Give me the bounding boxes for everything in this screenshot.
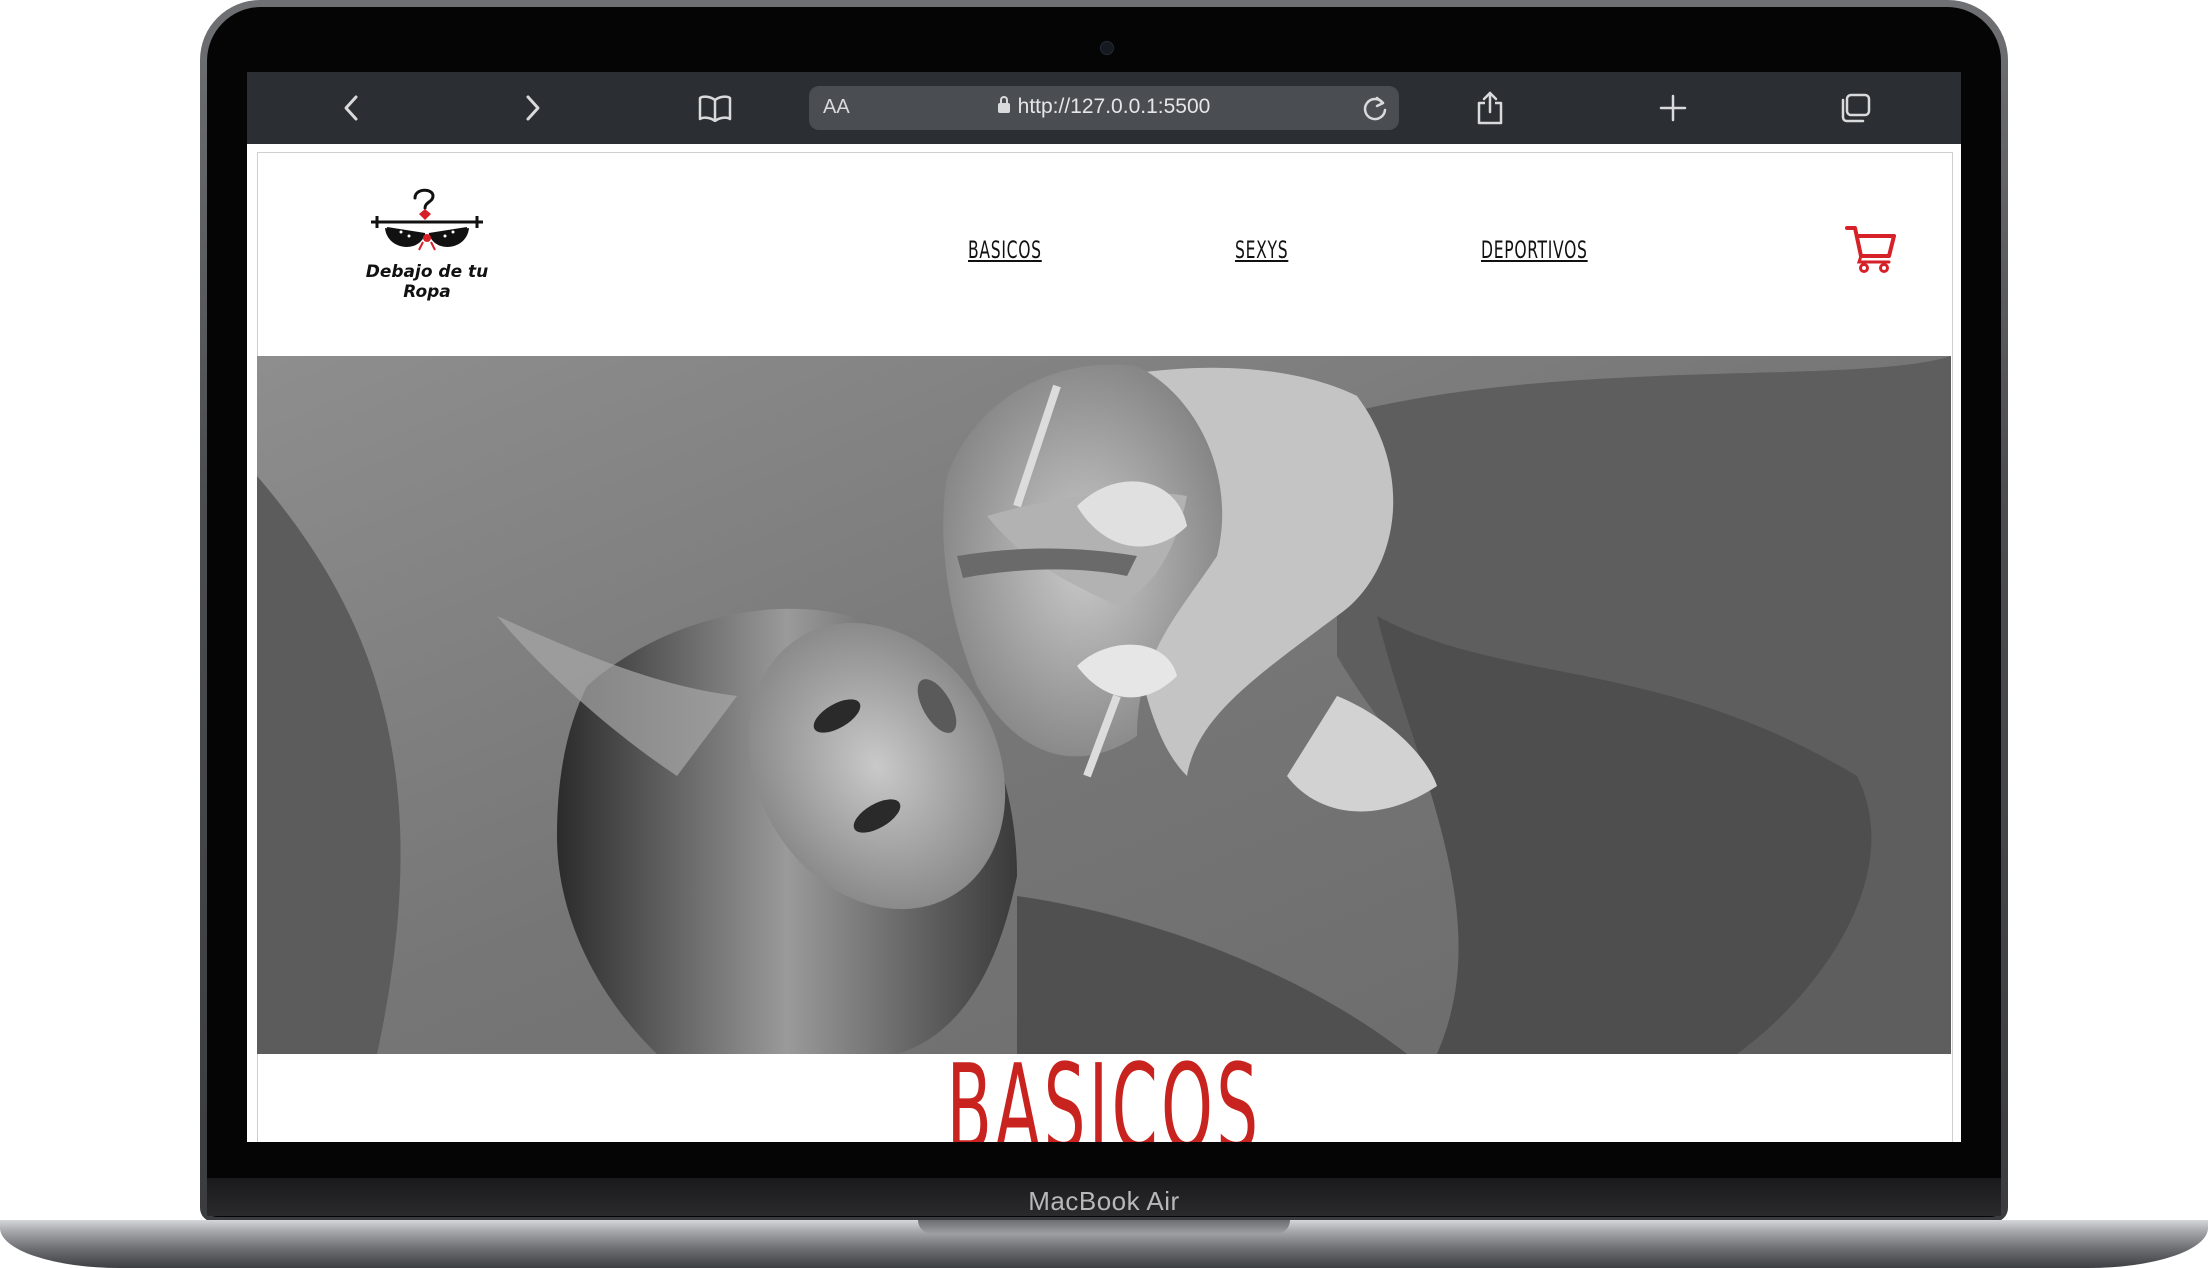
reload-icon[interactable] xyxy=(1359,90,1391,126)
lock-icon xyxy=(997,96,1010,113)
address-bar[interactable]: AA http://127.0.0.1:5500 xyxy=(809,86,1399,130)
chevron-right-icon[interactable] xyxy=(515,90,551,126)
shopping-cart-icon[interactable] xyxy=(1845,224,1897,274)
nav-basicos[interactable]: BASICOS xyxy=(968,236,1042,264)
chevron-left-icon[interactable] xyxy=(333,90,369,126)
web-page: Debajo de tu Ropa BASICOS SEXYS DEPORTIV… xyxy=(247,144,1961,1142)
hanger-bra-logo-icon xyxy=(371,188,483,251)
nav-sexys[interactable]: SEXYS xyxy=(1235,236,1288,264)
book-icon[interactable] xyxy=(697,90,733,126)
section-title: BASICOS xyxy=(946,1040,1262,1143)
laptop-notch xyxy=(918,1220,1290,1234)
site-logo[interactable]: Debajo de tu Ropa xyxy=(347,184,507,302)
logo-text: Debajo de tu Ropa xyxy=(365,262,489,302)
share-icon[interactable] xyxy=(1472,90,1508,126)
hero-image xyxy=(257,356,1951,1054)
browser-toolbar: AA http://127.0.0.1:5500 xyxy=(247,72,1961,144)
plus-icon[interactable] xyxy=(1655,90,1691,126)
camera-icon xyxy=(1100,41,1114,55)
browser-screen: AA http://127.0.0.1:5500 Debajo de tu Ro… xyxy=(247,72,1961,1142)
tabs-icon[interactable] xyxy=(1837,90,1873,126)
model-label: MacBook Air xyxy=(1028,1186,1180,1216)
url-text: http://127.0.0.1:5500 xyxy=(809,95,1399,119)
nav-deportivos[interactable]: DEPORTIVOS xyxy=(1481,236,1588,264)
